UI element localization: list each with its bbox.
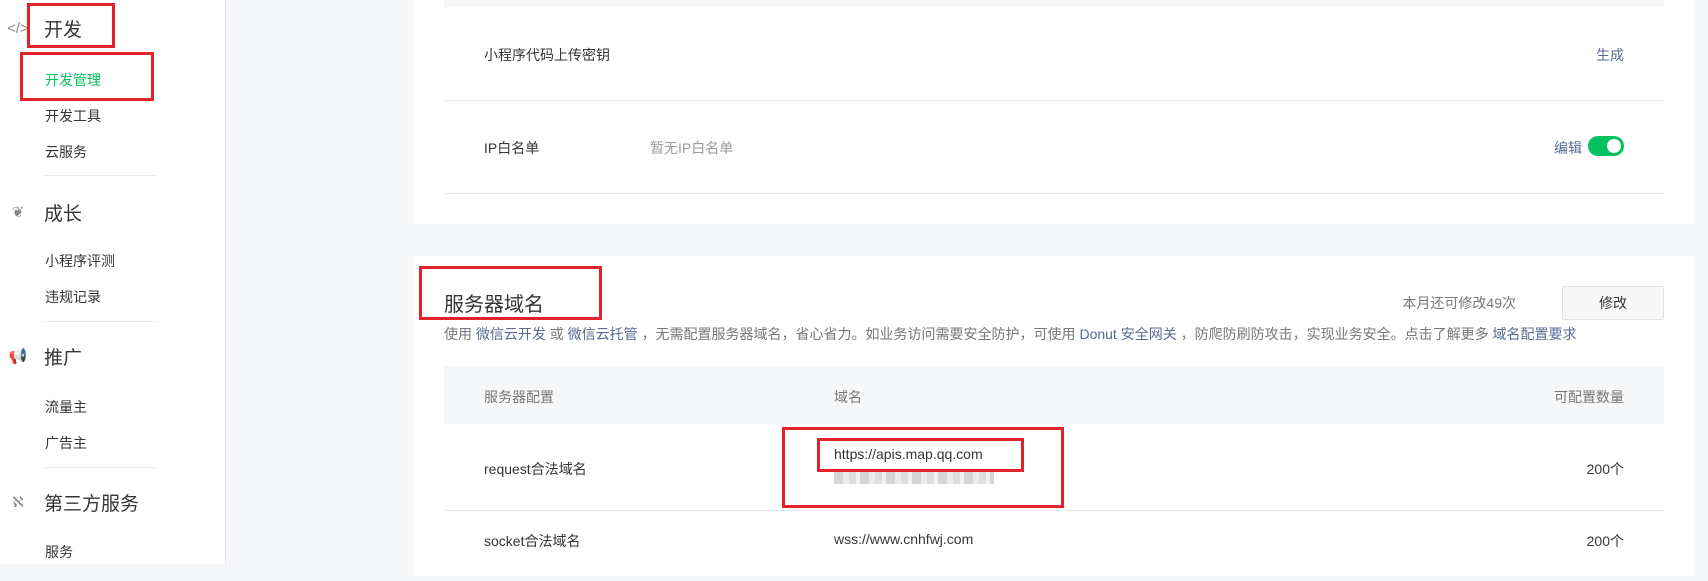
section-title: 服务器域名	[444, 294, 544, 316]
sidebar-item-evaluation[interactable]: 小程序评测	[45, 251, 115, 271]
config-type: socket合法域名	[484, 533, 581, 549]
ip-whitelist-toggle[interactable]	[1588, 136, 1624, 156]
sidebar: </> 开发 开发管理 开发工具 云服务 ❦ 成长 小程序评测 违规记录 📢 推…	[0, 0, 226, 564]
modify-button[interactable]: 修改	[1562, 286, 1664, 320]
divider	[45, 321, 155, 322]
table-row: request合法域名 https://apis.map.qq.com 200个	[444, 424, 1664, 511]
ip-whitelist-value: 暂无IP白名单	[650, 140, 734, 156]
wechat-cloud-dev-link[interactable]: 微信云开发	[476, 326, 546, 342]
sprout-icon: ❦	[11, 204, 25, 221]
code-icon: </>	[7, 19, 29, 37]
generate-key-link[interactable]: 生成	[1596, 45, 1624, 65]
col-header-config: 服务器配置	[484, 389, 554, 405]
dev-settings-card: 小程序代码上传密钥 生成 IP白名单 暂无IP白名单 编辑	[414, 0, 1694, 224]
domain-value: wss://www.cnhfwj.com	[834, 531, 974, 547]
nav-group-title: 推广	[44, 347, 83, 369]
domain-value: https://apis.map.qq.com	[834, 446, 983, 462]
sidebar-item-advertiser[interactable]: 广告主	[45, 433, 87, 453]
sidebar-item-dev-management[interactable]: 开发管理	[45, 70, 101, 90]
nav-group-title: 成长	[44, 203, 83, 225]
col-header-count: 可配置数量	[1554, 389, 1624, 405]
sidebar-item-cloud-service[interactable]: 云服务	[45, 142, 87, 162]
domain-count: 200个	[1586, 461, 1624, 477]
ip-whitelist-row: IP白名单 暂无IP白名单 编辑	[444, 101, 1664, 194]
upload-key-label: 小程序代码上传密钥	[484, 47, 610, 63]
notice-text: 或	[549, 326, 564, 342]
nav-group-title: 开发	[44, 19, 83, 41]
domain-table-header: 服务器配置 域名 可配置数量	[444, 366, 1664, 424]
sidebar-item-traffic-owner[interactable]: 流量主	[45, 397, 87, 417]
remaining-modifications: 本月还可修改49次	[1402, 295, 1516, 311]
ip-whitelist-label: IP白名单	[484, 140, 540, 156]
notice-text: 使用	[444, 326, 472, 342]
wechat-cloud-hosting-link[interactable]: 微信云托管	[568, 326, 638, 342]
domain-requirements-link[interactable]: 域名配置要求	[1492, 326, 1576, 342]
nav-group-title: 第三方服务	[44, 493, 140, 515]
toggle-knob	[1607, 139, 1621, 153]
card-top-strip	[444, 0, 1664, 7]
megaphone-icon: 📢	[8, 348, 28, 365]
donut-gateway-link[interactable]: Donut 安全网关	[1079, 326, 1176, 342]
sidebar-item-services[interactable]: 服务	[45, 542, 73, 562]
sidebar-item-violation-records[interactable]: 违规记录	[45, 287, 101, 307]
third-party-icon: ℵ	[12, 494, 24, 511]
edit-ip-whitelist-link[interactable]: 编辑	[1554, 138, 1582, 158]
divider	[45, 467, 155, 468]
divider	[45, 175, 155, 176]
upload-key-row: 小程序代码上传密钥 生成	[444, 7, 1664, 101]
server-domain-card: 服务器域名 本月还可修改49次 修改 使用 微信云开发 或 微信云托管 ，无需配…	[414, 256, 1694, 576]
notice-text: ，防爬防刷防攻击，实现业务安全。点击了解更多	[1180, 326, 1489, 342]
domain-count: 200个	[1586, 533, 1624, 549]
notice-text: ，无需配置服务器域名，省心省力。如业务访问需要安全防护，可使用	[641, 326, 1076, 342]
table-row: socket合法域名 wss://www.cnhfwj.com 200个	[444, 511, 1664, 581]
config-type: request合法域名	[484, 461, 587, 477]
domain-notice: 使用 微信云开发 或 微信云托管 ，无需配置服务器域名，省心省力。如业务访问需要…	[444, 324, 1576, 344]
sidebar-item-dev-tools[interactable]: 开发工具	[45, 106, 101, 126]
redacted-domain	[834, 472, 994, 484]
col-header-domain: 域名	[834, 389, 862, 405]
